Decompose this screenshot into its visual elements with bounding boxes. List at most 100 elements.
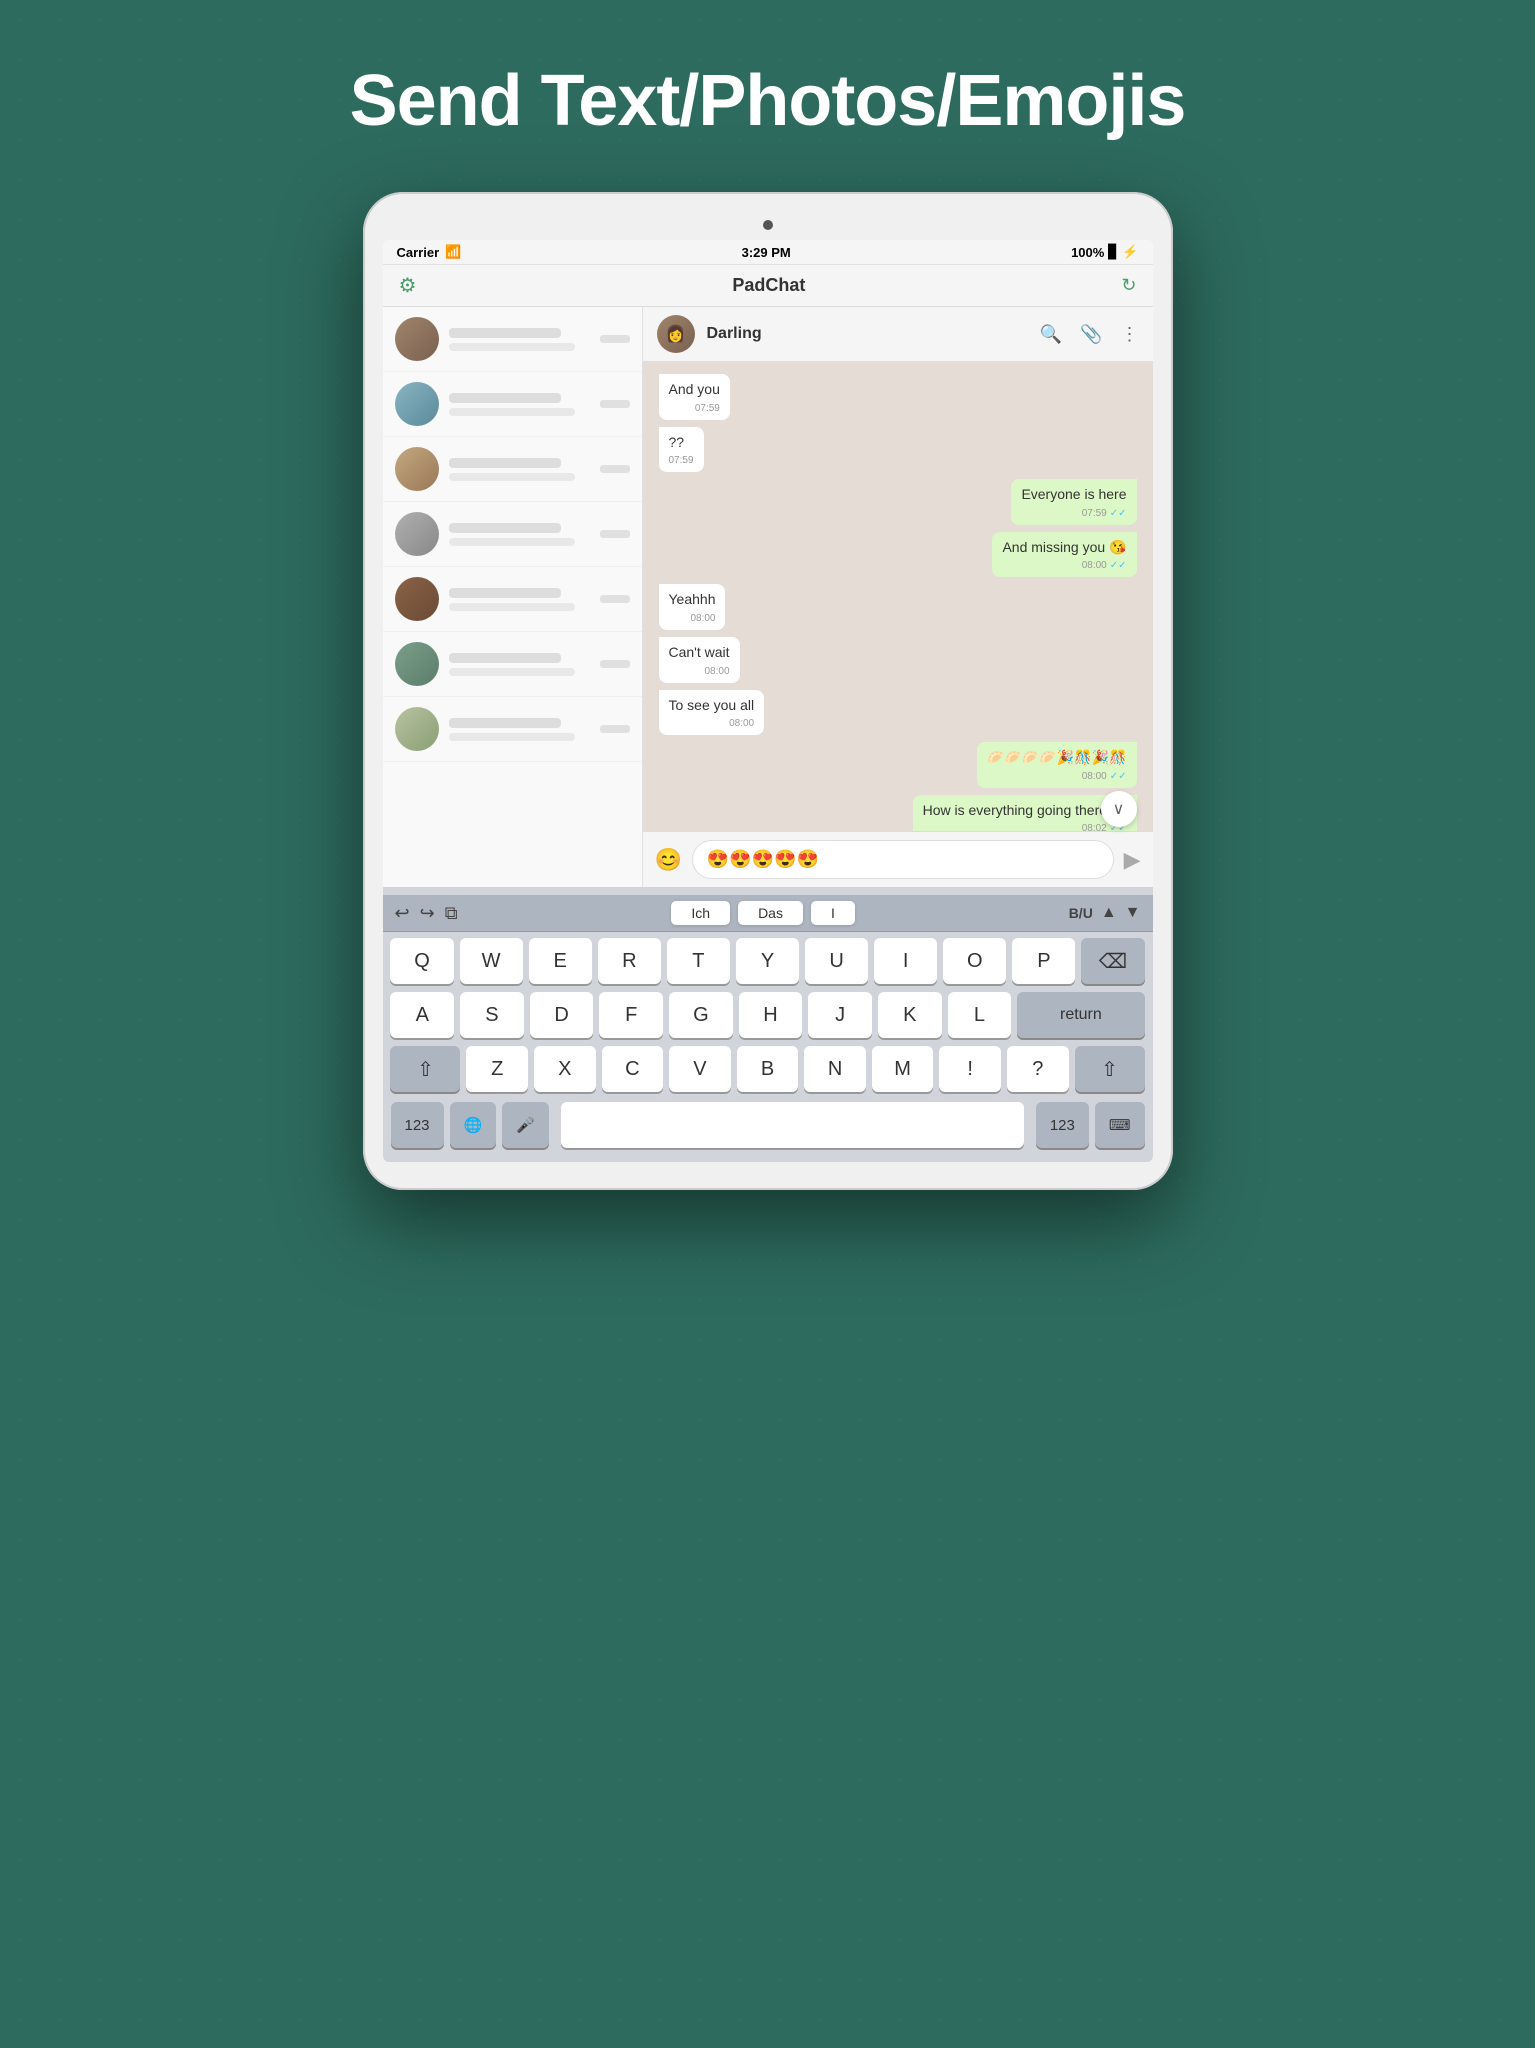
undo-icon[interactable]: ↩	[395, 903, 410, 924]
more-options-icon[interactable]: ⋮	[1121, 324, 1139, 345]
key-j[interactable]: J	[808, 992, 872, 1038]
message-row: Everyone is here 07:59 ✓✓	[659, 479, 1137, 525]
list-item[interactable]	[383, 307, 642, 372]
shift-right-key[interactable]: ⇧	[1075, 1046, 1145, 1092]
delete-key[interactable]: ⌫	[1081, 938, 1144, 984]
suggestion-das[interactable]: Das	[738, 901, 803, 925]
key-o[interactable]: O	[943, 938, 1006, 984]
scroll-down-button[interactable]: ∨	[1101, 791, 1137, 827]
key-p[interactable]: P	[1012, 938, 1075, 984]
key-g[interactable]: G	[669, 992, 733, 1038]
key-a[interactable]: A	[390, 992, 454, 1038]
message-time-blur	[600, 335, 630, 343]
message-time: 08:00	[1082, 770, 1107, 784]
key-e[interactable]: E	[529, 938, 592, 984]
key-l[interactable]: L	[948, 992, 1012, 1038]
suggestion-ich[interactable]: Ich	[671, 901, 730, 925]
sidebar	[383, 307, 643, 887]
list-item[interactable]	[383, 437, 642, 502]
suggestion-i[interactable]: I	[811, 901, 855, 925]
key-m[interactable]: M	[872, 1046, 934, 1092]
message-text: And missing you 😘	[1002, 538, 1126, 558]
key-w[interactable]: W	[460, 938, 523, 984]
message-time-blur	[600, 660, 630, 668]
read-receipt: ✓✓	[1110, 507, 1127, 521]
key-t[interactable]: T	[667, 938, 730, 984]
arrow-up-button[interactable]: ▲	[1101, 904, 1117, 922]
emoji-button[interactable]: 😊	[655, 847, 682, 873]
redo-icon[interactable]: ↪	[420, 903, 435, 924]
keyboard-row-3: ⇧ Z X C V B N M ! ? ⇧	[391, 1046, 1145, 1092]
input-emoji-content: 😍😍😍😍😍	[707, 849, 819, 870]
list-item[interactable]	[383, 632, 642, 697]
settings-icon[interactable]: ⚙	[399, 273, 417, 298]
key-x[interactable]: X	[534, 1046, 596, 1092]
numbers-key-right[interactable]: 123	[1036, 1102, 1089, 1148]
clipboard-icon[interactable]: ⧉	[445, 903, 458, 924]
list-item[interactable]	[383, 697, 642, 762]
read-receipt: ✓✓	[1110, 559, 1127, 573]
key-h[interactable]: H	[739, 992, 803, 1038]
key-n[interactable]: N	[804, 1046, 866, 1092]
ipad-frame: Carrier 📶 3:29 PM 100% ▊ ⚡ ⚙ PadChat ↻	[363, 192, 1173, 1190]
shift-left-key[interactable]: ⇧	[390, 1046, 460, 1092]
list-item[interactable]	[383, 567, 642, 632]
app-title: PadChat	[732, 275, 805, 296]
message-bubble: 🥟🥟🥟🥟🎉🎊🎉🎊 08:00 ✓✓	[977, 742, 1136, 788]
key-z[interactable]: Z	[466, 1046, 528, 1092]
status-right: 100% ▊ ⚡	[1071, 244, 1138, 260]
refresh-icon[interactable]: ↻	[1121, 275, 1136, 296]
key-question[interactable]: ?	[1007, 1046, 1069, 1092]
contact-name-blur	[449, 328, 562, 338]
keyboard-hide-key[interactable]: ⌨	[1095, 1102, 1145, 1148]
message-bubble: And missing you 😘 08:00 ✓✓	[992, 532, 1136, 578]
key-y[interactable]: Y	[736, 938, 799, 984]
message-time: 08:00	[690, 612, 715, 626]
keyboard-toolbar: ↩ ↪ ⧉ Ich Das I B/U ▲ ▼	[383, 895, 1153, 932]
space-key[interactable]	[561, 1102, 1024, 1148]
message-text: Everyone is here	[1021, 485, 1126, 505]
key-d[interactable]: D	[530, 992, 594, 1038]
key-f[interactable]: F	[599, 992, 663, 1038]
battery-icon: ▊	[1108, 244, 1118, 260]
key-exclamation[interactable]: !	[939, 1046, 1001, 1092]
message-row: And missing you 😘 08:00 ✓✓	[659, 532, 1137, 578]
list-item[interactable]	[383, 502, 642, 567]
key-u[interactable]: U	[805, 938, 868, 984]
key-r[interactable]: R	[598, 938, 661, 984]
toolbar-right: B/U ▲ ▼	[1069, 904, 1141, 922]
message-time: 08:00	[1082, 559, 1107, 573]
numbers-key-left[interactable]: 123	[391, 1102, 444, 1148]
key-c[interactable]: C	[602, 1046, 664, 1092]
arrow-down-button[interactable]: ▼	[1125, 904, 1141, 922]
bold-underline-button[interactable]: B/U	[1069, 905, 1093, 921]
key-s[interactable]: S	[460, 992, 524, 1038]
search-icon[interactable]: 🔍	[1040, 324, 1062, 345]
contact-name-blur	[449, 458, 562, 468]
message-text: Yeahhh	[669, 590, 716, 610]
message-input-area: 😊 😍😍😍😍😍 ▶	[643, 831, 1153, 887]
message-preview-blur	[449, 473, 576, 481]
list-item[interactable]	[383, 372, 642, 437]
key-b[interactable]: B	[737, 1046, 799, 1092]
avatar	[395, 447, 439, 491]
key-q[interactable]: Q	[390, 938, 453, 984]
attachment-icon[interactable]: 📎	[1080, 324, 1102, 345]
message-time-blur	[600, 530, 630, 538]
contact-name: Darling	[707, 325, 1028, 343]
page-title: Send Text/Photos/Emojis	[350, 60, 1186, 142]
message-input[interactable]: 😍😍😍😍😍	[692, 840, 1114, 879]
message-time-blur	[600, 465, 630, 473]
globe-key[interactable]: 🌐	[450, 1102, 497, 1148]
key-i[interactable]: I	[874, 938, 937, 984]
message-time: 07:59	[669, 454, 694, 468]
key-rows: Q W E R T Y U I O P ⌫ A S D F	[383, 932, 1153, 1098]
contact-name-blur	[449, 523, 562, 533]
battery-percent: 100%	[1071, 245, 1104, 260]
microphone-key[interactable]: 🎤	[502, 1102, 549, 1148]
return-key[interactable]: return	[1017, 992, 1144, 1038]
key-v[interactable]: V	[669, 1046, 731, 1092]
key-k[interactable]: K	[878, 992, 942, 1038]
ipad-screen: Carrier 📶 3:29 PM 100% ▊ ⚡ ⚙ PadChat ↻	[383, 240, 1153, 1162]
send-button[interactable]: ▶	[1124, 847, 1141, 873]
